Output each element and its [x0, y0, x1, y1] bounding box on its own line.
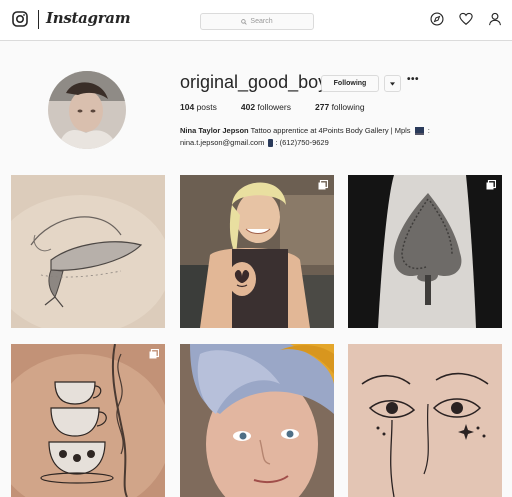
bio-full-name: Nina Taylor Jepson — [180, 126, 249, 135]
profile-bio: Nina Taylor Jepson Tattoo apprentice at … — [180, 126, 430, 148]
post-tile-teacups-tattoo[interactable] — [11, 344, 165, 497]
post-tile-whale-tattoo[interactable] — [11, 175, 165, 328]
more-options-button[interactable]: ••• — [407, 74, 419, 85]
caret-down-icon — [390, 81, 395, 86]
suggested-dropdown-button[interactable] — [384, 75, 401, 92]
instagram-wordmark[interactable]: Instagram — [46, 9, 131, 27]
laptop-emoji-icon — [414, 127, 424, 136]
nav-icon-group — [430, 12, 502, 26]
bio-text: Tattoo apprentice at 4Points Body Galler… — [248, 126, 413, 135]
multiple-photos-icon — [486, 180, 496, 190]
search-placeholder: Search — [250, 18, 273, 25]
post-tile-butterfly-tattoo[interactable] — [180, 175, 334, 328]
bio-phone: : (612)750-9629 — [275, 138, 329, 147]
post-tile-blue-hair-portrait[interactable] — [180, 344, 334, 497]
user-icon[interactable] — [488, 12, 502, 26]
following-button[interactable]: Following — [321, 75, 379, 92]
multiple-photos-icon — [149, 349, 159, 359]
phone-emoji-icon — [268, 139, 274, 148]
search-icon — [241, 18, 248, 25]
multiple-photos-icon — [318, 180, 328, 190]
posts-count: 104 posts — [180, 102, 217, 112]
post-tile-tree-tattoo[interactable] — [348, 175, 502, 328]
following-count[interactable]: 277 following — [315, 102, 365, 112]
post-tile-face-line-tattoo[interactable] — [348, 344, 502, 497]
profile-stats: 104 posts 402 followers 277 following — [180, 102, 365, 112]
search-input[interactable]: Search — [200, 13, 314, 30]
followers-count[interactable]: 402 followers — [241, 102, 291, 112]
profile-avatar[interactable] — [48, 71, 126, 149]
compass-icon[interactable] — [430, 12, 444, 26]
bio-email: nina.t.jepson@gmail.com — [180, 138, 267, 147]
profile-username: original_good_boy — [180, 72, 328, 92]
logo-divider — [38, 10, 39, 29]
heart-icon[interactable] — [459, 12, 473, 26]
top-navigation-bar: Instagram Search — [0, 0, 512, 41]
instagram-camera-icon[interactable] — [12, 11, 28, 27]
